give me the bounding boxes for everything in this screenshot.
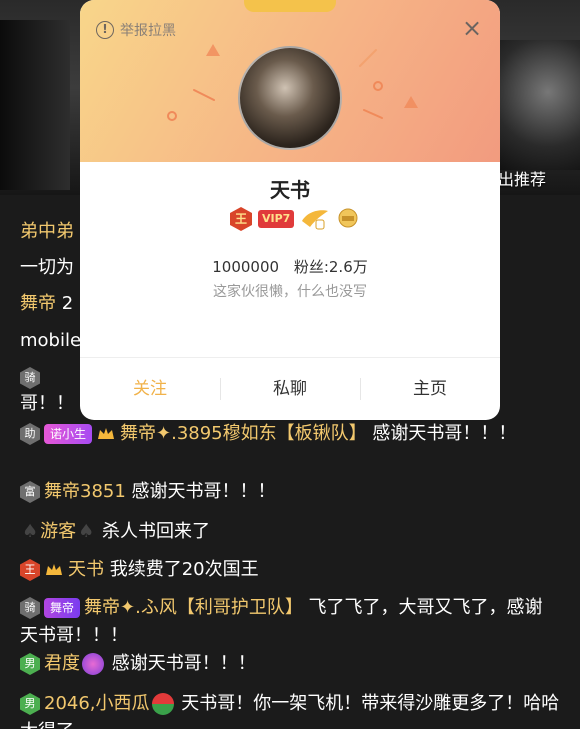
stroke-decoration-icon bbox=[193, 89, 215, 101]
chat-message: 富舞帝3851 感谢天书哥！！！ bbox=[20, 478, 560, 506]
card-top-tab bbox=[244, 0, 336, 12]
stroke-decoration-icon bbox=[363, 109, 383, 119]
level-badge: 男 bbox=[20, 653, 40, 675]
alert-icon: ! bbox=[96, 21, 114, 39]
chat-username[interactable]: 天书 bbox=[68, 559, 104, 580]
chat-message: 男2046,小西瓜 天书哥！你一架飞机！带来得沙雕更多了！哈哈太得了 bbox=[20, 690, 560, 729]
chat-text: 感谢天书哥！！！ bbox=[366, 423, 517, 444]
chat-username[interactable]: 2046,小西瓜 bbox=[44, 693, 150, 714]
stream-background-right bbox=[500, 40, 580, 170]
profile-stats: 1000000 粉丝:2.6万 bbox=[80, 256, 500, 277]
chat-text: 感谢天书哥！！！ bbox=[125, 481, 276, 502]
level-badge: 助 bbox=[20, 423, 40, 445]
firework-icon bbox=[82, 653, 104, 675]
chat-text: 杀人书回来了 bbox=[102, 521, 211, 542]
report-block-button[interactable]: ! 举报拉黑 bbox=[96, 20, 176, 40]
chat-partial-text: 一切为 bbox=[20, 257, 74, 278]
level-badge: 骑 bbox=[20, 597, 40, 619]
profile-actions: 关注 私聊 主页 bbox=[80, 358, 500, 420]
chat-message: 助诺小生 舞帝✦.3895穆如东【板锹队】 感谢天书哥！！！ bbox=[20, 420, 560, 448]
chat-username[interactable]: 舞帝 bbox=[20, 293, 56, 314]
king-level-badge: 王 bbox=[230, 207, 252, 231]
fan-club-badge: 舞帝 bbox=[44, 598, 81, 618]
fan-club-badge: 诺小生 bbox=[44, 424, 93, 444]
profile-card: ! 举报拉黑 × 天书 王 VIP7 1000000 粉丝:2.6万 这家伙很懒… bbox=[80, 0, 500, 420]
watermelon-icon bbox=[151, 693, 174, 715]
chat-text: 感谢天书哥！！！ bbox=[106, 653, 256, 674]
chat-partial-text: 哥！！ bbox=[20, 393, 74, 414]
chat-message: 王 天书 我续费了20次国王 bbox=[20, 556, 560, 584]
chat-partial-text: mobile bbox=[20, 330, 82, 351]
crown-icon bbox=[98, 428, 115, 439]
private-message-button[interactable]: 私聊 bbox=[220, 358, 360, 420]
follow-button[interactable]: 关注 bbox=[80, 358, 220, 420]
spade-icon: ♠ bbox=[22, 521, 39, 542]
chat-username[interactable]: 游客 bbox=[40, 521, 76, 542]
triangle-decoration-icon bbox=[404, 96, 418, 108]
chat-message: 骑舞帝 舞帝✦.ふ风【利哥护卫队】 飞了飞了，大哥又飞了，感谢天书哥！！！ bbox=[20, 594, 560, 650]
report-block-label: 举报拉黑 bbox=[120, 23, 176, 39]
profile-nickname: 天书 bbox=[270, 178, 310, 202]
avatar[interactable] bbox=[238, 46, 342, 150]
level-badge: 男 bbox=[20, 693, 40, 715]
close-icon[interactable]: × bbox=[462, 16, 482, 40]
homepage-button[interactable]: 主页 bbox=[360, 358, 500, 420]
circle-decoration-icon bbox=[167, 111, 177, 121]
profile-bio: 这家伙很懒，什么也没写 bbox=[213, 284, 367, 300]
crown-icon bbox=[46, 564, 62, 575]
wing-badge-icon bbox=[302, 210, 329, 230]
chat-partial-text: 2 bbox=[61, 293, 74, 314]
fans-count: 粉丝:2.6万 bbox=[293, 258, 368, 276]
level-badge: 王 bbox=[20, 559, 40, 581]
level-badge: 富 bbox=[20, 481, 40, 503]
level-badge: 骑 bbox=[20, 367, 40, 389]
medal-badge-icon bbox=[338, 208, 358, 228]
spade-icon: ♠ bbox=[78, 521, 95, 542]
chat-partial-text: 弟中弟 bbox=[20, 221, 74, 242]
chat-username[interactable]: 舞帝3851 bbox=[44, 481, 126, 502]
profile-badges: 王 VIP7 bbox=[230, 207, 360, 231]
stream-background-left bbox=[0, 20, 70, 190]
triangle-decoration-icon bbox=[206, 44, 220, 56]
chat-message: 男君度 感谢天书哥！！！ bbox=[20, 650, 560, 678]
chat-username[interactable]: 舞帝✦.ふ风【利哥护卫队】 bbox=[84, 597, 303, 618]
chat-username[interactable]: 舞帝✦.3895穆如东【板锹队】 bbox=[120, 423, 367, 444]
chat-message: ♠ 游客 ♠ 杀人书回来了 bbox=[20, 518, 560, 546]
vip-badge: VIP7 bbox=[258, 210, 295, 228]
chat-text: 我续费了20次国王 bbox=[104, 559, 259, 580]
user-id: 1000000 bbox=[212, 258, 280, 276]
chat-username[interactable]: 君度 bbox=[44, 653, 80, 674]
circle-decoration-icon bbox=[373, 81, 383, 91]
recommend-link[interactable]: 出推荐 bbox=[498, 166, 546, 190]
stroke-decoration-icon bbox=[359, 49, 377, 67]
